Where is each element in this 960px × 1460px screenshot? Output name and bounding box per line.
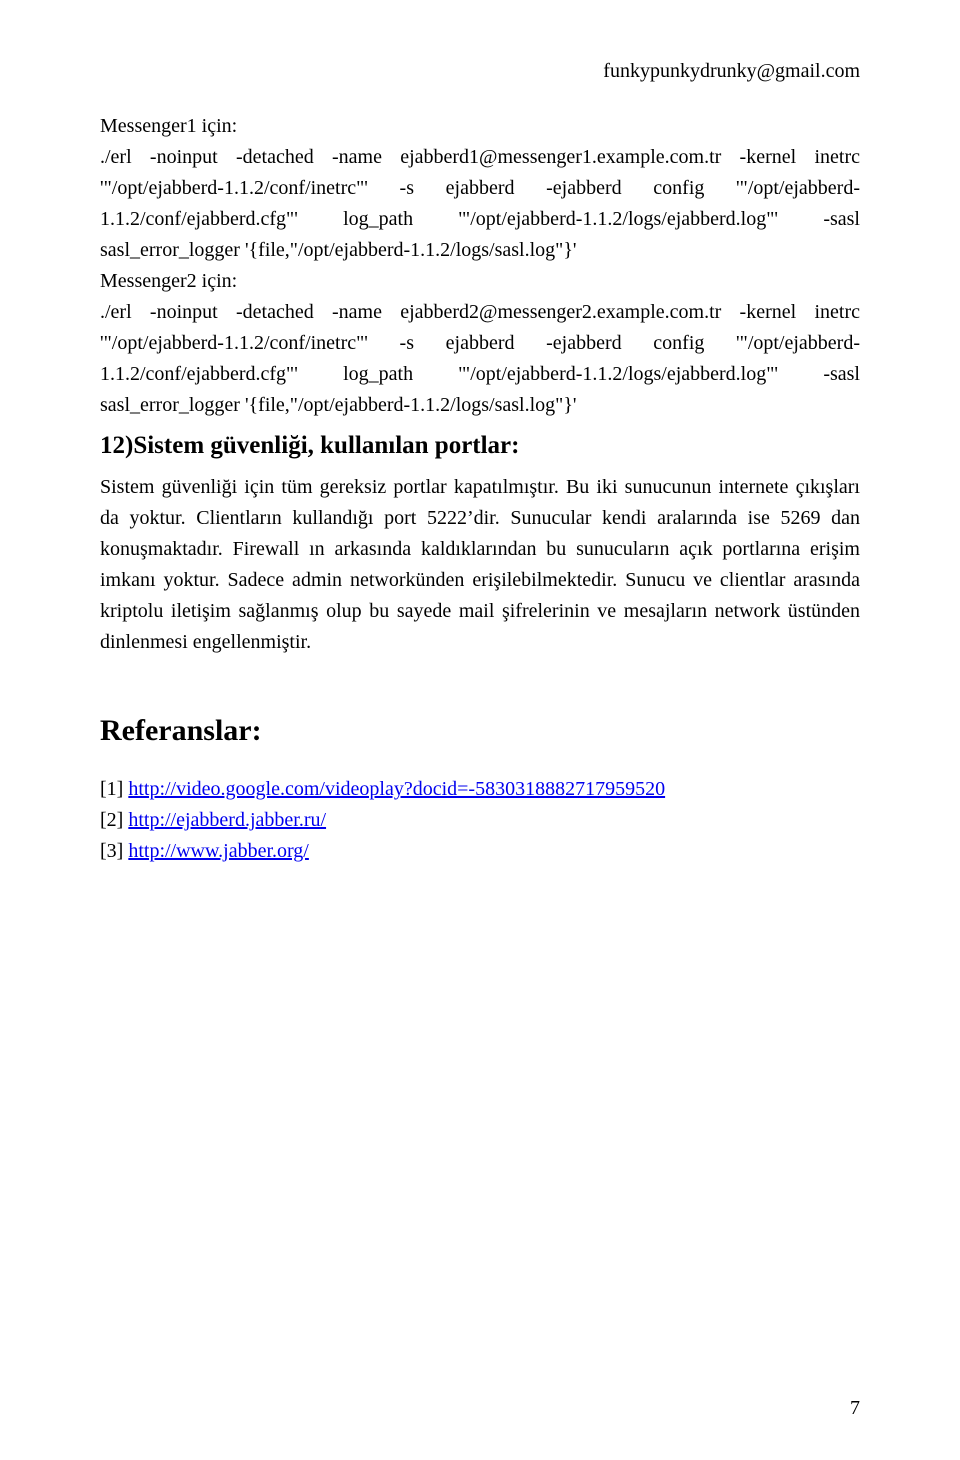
ref-3-prefix: [3] [100,840,128,862]
section-12-body: Sistem güvenliği için tüm gereksiz portl… [100,472,860,658]
references-title: Referanslar: [100,708,860,755]
msg2-label: Messenger2 için: [100,266,860,297]
section-12-title: 12)Sistem güvenliği, kullanılan portlar: [100,427,860,466]
page: funkypunkydrunky@gmail.com Messenger1 iç… [0,0,960,1460]
ref-1-link[interactable]: http://video.google.com/videoplay?docid=… [128,778,665,800]
cmd1: ./erl -noinput -detached -name ejabberd1… [100,142,860,266]
ref-2: [2] http://ejabberd.jabber.ru/ [100,805,860,836]
body-text: Messenger1 için: ./erl -noinput -detache… [100,111,860,867]
ref-2-link[interactable]: http://ejabberd.jabber.ru/ [128,809,326,831]
page-number: 7 [850,1397,860,1420]
header-email: funkypunkydrunky@gmail.com [100,60,860,83]
ref-1-prefix: [1] [100,778,128,800]
msg1-label: Messenger1 için: [100,111,860,142]
ref-3: [3] http://www.jabber.org/ [100,836,860,867]
ref-2-prefix: [2] [100,809,128,831]
ref-3-link[interactable]: http://www.jabber.org/ [128,840,309,862]
cmd2: ./erl -noinput -detached -name ejabberd2… [100,297,860,421]
ref-1: [1] http://video.google.com/videoplay?do… [100,774,860,805]
